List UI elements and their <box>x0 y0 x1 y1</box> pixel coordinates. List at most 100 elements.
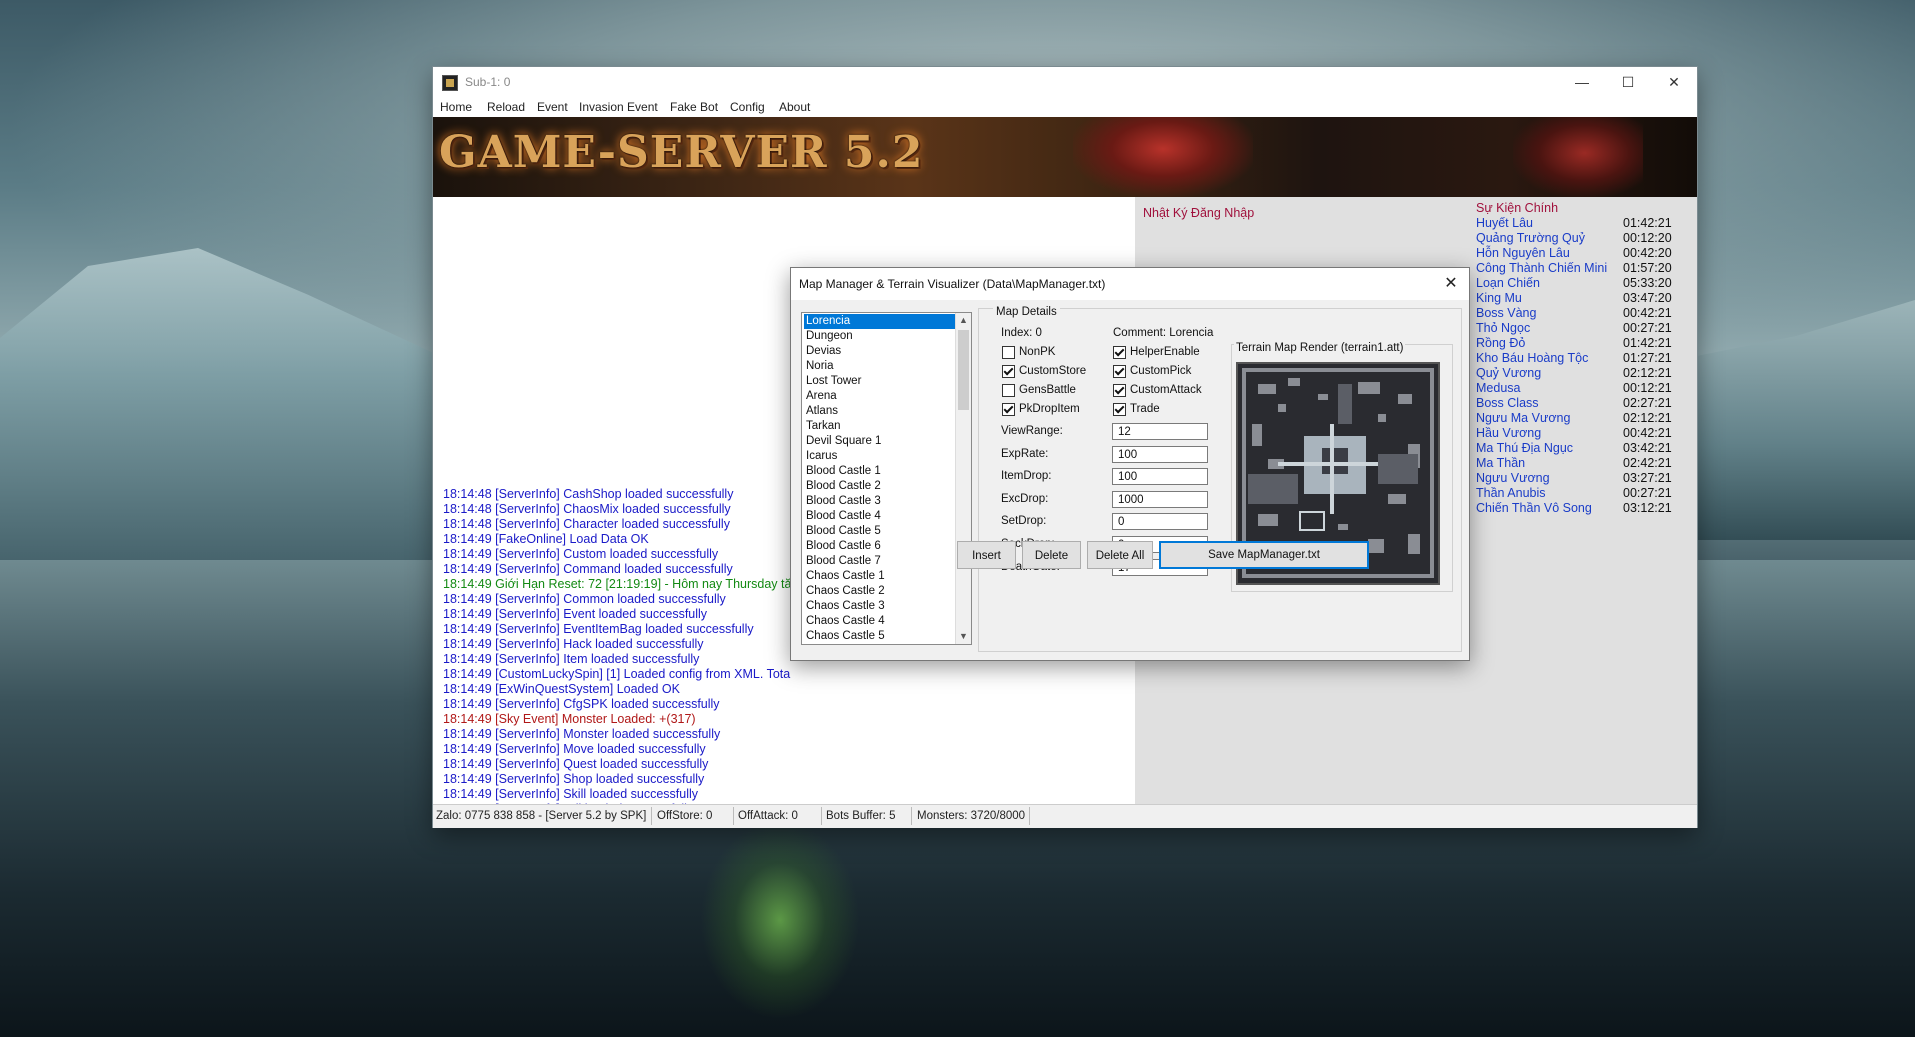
setdrop-input[interactable]: 0 <box>1112 513 1208 530</box>
itemdrop-input[interactable]: 100 <box>1112 468 1208 485</box>
event-time: 00:27:21 <box>1623 321 1672 335</box>
checkbox-gensbattle[interactable] <box>1002 384 1015 397</box>
log-line: 18:14:49 [ServerInfo] EventItemBag loade… <box>443 622 754 636</box>
event-name[interactable]: Ngưu Ma Vương <box>1476 411 1570 425</box>
status-contact: Zalo: 0775 838 858 - [Server 5.2 by SPK] <box>436 810 647 822</box>
event-name[interactable]: Ma Thú Địa Ngục <box>1476 441 1573 455</box>
map-list-item[interactable]: Lost Tower <box>804 374 956 389</box>
map-list-item[interactable]: Devil Square 1 <box>804 434 956 449</box>
excdrop-input[interactable]: 1000 <box>1112 491 1208 508</box>
status-separator <box>821 807 822 825</box>
map-list-item[interactable]: Blood Castle 7 <box>804 554 956 569</box>
map-list-item[interactable]: Devias <box>804 344 956 359</box>
event-name[interactable]: Boss Vàng <box>1476 306 1536 320</box>
exprate-input[interactable]: 100 <box>1112 446 1208 463</box>
menu-config[interactable]: Config <box>730 100 765 114</box>
event-name[interactable]: Quỷ Vương <box>1476 366 1541 380</box>
map-listbox[interactable]: Chaos Castle 5 Chaos Castle 4 Chaos Castle… <box>801 312 972 645</box>
insert-button[interactable]: Insert <box>957 541 1016 569</box>
menu-fake-bot[interactable]: Fake Bot <box>670 100 718 114</box>
title-bar[interactable]: Sub-1: 0 — ☐ ✕ <box>433 67 1697 97</box>
event-name[interactable]: Thần Anubis <box>1476 486 1546 500</box>
event-name[interactable]: Ngưu Vương <box>1476 471 1550 485</box>
banner: GAME-SERVER 5.2 <box>433 117 1697 197</box>
event-name[interactable]: Rồng Đỏ <box>1476 336 1525 350</box>
event-time: 02:42:21 <box>1623 456 1672 470</box>
log-line: 18:14:49 [ServerInfo] Common loaded succ… <box>443 592 726 606</box>
event-name[interactable]: Medusa <box>1476 381 1520 395</box>
event-time: 03:12:21 <box>1623 501 1672 515</box>
event-time: 01:42:21 <box>1623 336 1672 350</box>
map-list-item[interactable]: Chaos Castle 3 <box>804 599 956 614</box>
status-offattack: OffAttack: 0 <box>738 810 798 822</box>
scroll-down-icon[interactable]: ▼ <box>956 629 971 644</box>
map-list-item[interactable]: Noria <box>804 359 956 374</box>
save-mapmanager-button[interactable]: Save MapManager.txt <box>1159 541 1369 569</box>
map-list-item[interactable]: Blood Castle 6 <box>804 539 956 554</box>
menu-about[interactable]: About <box>779 100 810 114</box>
map-list-item[interactable]: Blood Castle 1 <box>804 464 956 479</box>
viewrange-input[interactable]: 12 <box>1112 423 1208 440</box>
map-list-item[interactable]: Lorencia <box>804 314 956 329</box>
event-time: 01:57:20 <box>1623 261 1672 275</box>
log-line: 18:14:49 [ServerInfo] Item loaded succes… <box>443 652 700 666</box>
menu-event[interactable]: Event <box>537 100 568 114</box>
scroll-up-icon[interactable]: ▲ <box>956 313 971 328</box>
map-list-item[interactable]: Icarus <box>804 449 956 464</box>
event-name[interactable]: Công Thành Chiến Mini <box>1476 261 1607 275</box>
event-name[interactable]: Loạn Chiến <box>1476 276 1540 290</box>
event-name[interactable]: Hầu Vương <box>1476 426 1541 440</box>
checkbox-customattack[interactable] <box>1113 384 1126 397</box>
map-list-item[interactable]: Dungeon <box>804 329 956 344</box>
delete-button[interactable]: Delete <box>1022 541 1081 569</box>
terrain-title: Terrain Map Render (terrain1.att) <box>1234 342 1406 354</box>
event-time: 03:47:20 <box>1623 291 1672 305</box>
event-name[interactable]: Thỏ Ngọc <box>1476 321 1530 335</box>
event-name[interactable]: Kho Báu Hoàng Tộc <box>1476 351 1588 365</box>
dialog-close-button[interactable]: ✕ <box>1439 272 1463 296</box>
log-line: 18:14:49 [ServerInfo] Monster loaded suc… <box>443 727 721 741</box>
map-list-item[interactable]: Blood Castle 4 <box>804 509 956 524</box>
scroll-thumb[interactable] <box>958 330 969 410</box>
event-name[interactable]: King Mu <box>1476 291 1522 305</box>
map-list-item[interactable]: Tarkan <box>804 419 956 434</box>
viewrange-label: ViewRange: <box>1001 425 1063 437</box>
event-name[interactable]: Chiến Thần Vô Song <box>1476 501 1592 515</box>
minimize-button[interactable]: — <box>1559 67 1605 97</box>
event-time: 00:42:20 <box>1623 246 1672 260</box>
close-button[interactable]: ✕ <box>1651 67 1697 97</box>
map-list-item[interactable]: Chaos Castle 5 <box>804 629 956 644</box>
map-list-item[interactable]: Chaos Castle 4 <box>804 614 956 629</box>
event-name[interactable]: Hỗn Nguyên Lâu <box>1476 246 1570 260</box>
event-name[interactable]: Ma Thần <box>1476 456 1525 470</box>
map-list-item[interactable]: Chaos Castle 2 <box>804 584 956 599</box>
map-list-scrollbar[interactable]: ▲ ▼ <box>955 313 971 644</box>
menu-invasion-event[interactable]: Invasion Event <box>579 100 658 114</box>
checkbox-helperenable[interactable] <box>1113 346 1126 359</box>
map-list-item[interactable]: Blood Castle 5 <box>804 524 956 539</box>
checkbox-trade[interactable] <box>1113 403 1126 416</box>
delete-all-button[interactable]: Delete All <box>1087 541 1153 569</box>
checkbox-customattack-label: CustomAttack <box>1130 384 1202 396</box>
menu-home[interactable]: Home <box>440 100 472 114</box>
dialog-title-bar[interactable]: Map Manager & Terrain Visualizer (Data\M… <box>791 268 1469 300</box>
banner-character-art-2 <box>1513 117 1643 197</box>
maximize-button[interactable]: ☐ <box>1605 67 1651 97</box>
event-name[interactable]: Boss Class <box>1476 396 1539 410</box>
map-list-item[interactable]: Arena <box>804 389 956 404</box>
checkbox-nonpk[interactable] <box>1002 346 1015 359</box>
menu-bar: Home Reload Event Invasion Event Fake Bo… <box>433 97 1697 117</box>
map-list-item[interactable]: Blood Castle 2 <box>804 479 956 494</box>
checkbox-custompick[interactable] <box>1113 365 1126 378</box>
log-line: 18:14:49 [ExWinQuestSystem] Loaded OK <box>443 682 680 696</box>
event-time: 05:33:20 <box>1623 276 1672 290</box>
checkbox-pkdropitem[interactable] <box>1002 403 1015 416</box>
event-name[interactable]: Quảng Trường Quỷ <box>1476 231 1585 245</box>
checkbox-customstore[interactable] <box>1002 365 1015 378</box>
event-name[interactable]: Huyết Lâu <box>1476 216 1533 230</box>
status-separator <box>1029 807 1030 825</box>
map-list-item[interactable]: Chaos Castle 1 <box>804 569 956 584</box>
menu-reload[interactable]: Reload <box>487 100 525 114</box>
map-list-item[interactable]: Atlans <box>804 404 956 419</box>
map-list-item[interactable]: Blood Castle 3 <box>804 494 956 509</box>
